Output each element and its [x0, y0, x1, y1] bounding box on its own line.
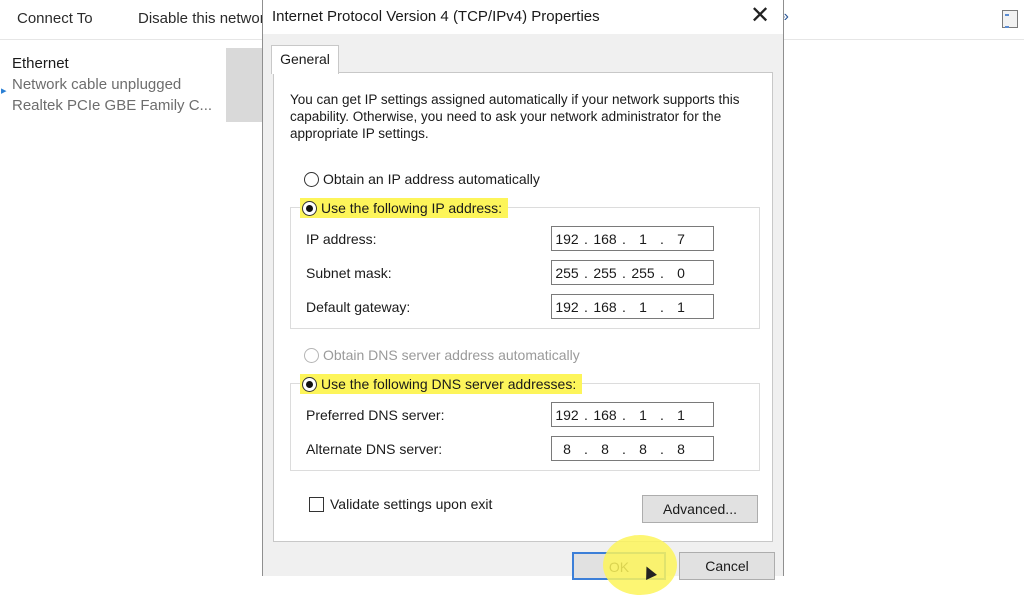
ip-octet[interactable]: 1: [628, 231, 658, 247]
general-tab-panel: You can get IP settings assigned automat…: [273, 72, 773, 542]
ip-octet[interactable]: 192: [552, 407, 582, 423]
subnet-mask-row: Subnet mask: 255. 255. 255. 0: [306, 260, 746, 286]
ip-address-input[interactable]: 192. 168. 1. 7: [551, 226, 714, 251]
ethernet-adapter-item[interactable]: ▸ Ethernet Network cable unplugged Realt…: [0, 48, 262, 123]
obtain-ip-auto-label: Obtain an IP address automatically: [323, 171, 540, 187]
ip-octet[interactable]: 192: [552, 299, 582, 315]
ip-octet[interactable]: 1: [628, 299, 658, 315]
validate-settings-checkbox[interactable]: [309, 496, 324, 512]
dialog-title: Internet Protocol Version 4 (TCP/IPv4) P…: [272, 8, 600, 25]
intro-text: You can get IP settings assigned automat…: [290, 92, 740, 141]
obtain-dns-auto-option[interactable]: Obtain DNS server address automatically: [304, 347, 580, 363]
preferred-dns-label: Preferred DNS server:: [306, 407, 445, 423]
obtain-dns-auto-radio[interactable]: [304, 347, 319, 363]
dialog-titlebar[interactable]: Internet Protocol Version 4 (TCP/IPv4) P…: [263, 0, 783, 34]
ip-octet[interactable]: 255: [628, 265, 658, 281]
change-view-icon[interactable]: [1002, 10, 1018, 28]
use-following-dns-radio[interactable]: [302, 376, 317, 392]
ip-octet[interactable]: 168: [590, 299, 620, 315]
use-following-dns-option[interactable]: Use the following DNS server addresses:: [300, 374, 583, 394]
preferred-dns-row: Preferred DNS server: 192. 168. 1. 1: [306, 402, 746, 428]
default-gateway-input[interactable]: 192. 168. 1. 1: [551, 294, 714, 319]
ip-octet[interactable]: 255: [590, 265, 620, 281]
ip-address-row: IP address: 192. 168. 1. 7: [306, 226, 746, 252]
ip-octet[interactable]: 1: [666, 407, 696, 423]
use-following-ip-option[interactable]: Use the following IP address:: [300, 198, 509, 218]
ip-octet[interactable]: 7: [666, 231, 696, 247]
click-highlight: [603, 535, 677, 595]
default-gateway-row: Default gateway: 192. 168. 1. 1: [306, 294, 746, 320]
ip-address-label: IP address:: [306, 231, 377, 247]
ip-octet[interactable]: 1: [628, 407, 658, 423]
use-following-ip-highlight: Use the following IP address:: [300, 198, 509, 218]
adapter-selection-highlight: [226, 48, 262, 122]
ip-octet[interactable]: 1: [666, 299, 696, 315]
alternate-dns-input[interactable]: 8. 8. 8. 8: [551, 436, 714, 461]
use-following-ip-label: Use the following IP address:: [321, 200, 503, 216]
tab-general[interactable]: General: [271, 45, 339, 74]
use-following-ip-radio[interactable]: [302, 200, 317, 216]
alternate-dns-row: Alternate DNS server: 8. 8. 8. 8: [306, 436, 746, 462]
ip-octet[interactable]: 0: [666, 265, 696, 281]
ip-octet[interactable]: 8: [590, 441, 620, 457]
subnet-mask-input[interactable]: 255. 255. 255. 0: [551, 260, 714, 285]
alternate-dns-label: Alternate DNS server:: [306, 441, 443, 457]
preferred-dns-input[interactable]: 192. 168. 1. 1: [551, 402, 714, 427]
advanced-button[interactable]: Advanced...: [642, 495, 758, 523]
subnet-mask-label: Subnet mask:: [306, 265, 392, 281]
obtain-ip-auto-option[interactable]: Obtain an IP address automatically: [304, 171, 540, 187]
default-gateway-label: Default gateway:: [306, 299, 411, 315]
obtain-dns-auto-label: Obtain DNS server address automatically: [323, 347, 580, 363]
adapter-status: Network cable unplugged: [12, 76, 182, 93]
adapter-icon: ▸: [1, 85, 7, 97]
ip-octet[interactable]: 8: [666, 441, 696, 457]
ip-octet[interactable]: 168: [590, 407, 620, 423]
ip-octet[interactable]: 255: [552, 265, 582, 281]
validate-settings-label: Validate settings upon exit: [330, 496, 493, 512]
use-following-dns-highlight: Use the following DNS server addresses:: [300, 374, 583, 394]
disable-device-button[interactable]: Disable this network device: [138, 10, 262, 27]
ipv4-properties-dialog: Internet Protocol Version 4 (TCP/IPv4) P…: [262, 0, 784, 595]
obtain-ip-auto-radio[interactable]: [304, 171, 319, 187]
ip-octet[interactable]: 8: [628, 441, 658, 457]
ip-octet[interactable]: 168: [590, 231, 620, 247]
adapter-name: Ethernet: [12, 55, 69, 72]
close-icon[interactable]: ✕: [743, 0, 777, 32]
adapter-device: Realtek PCIe GBE Family C...: [12, 97, 213, 114]
ip-octet[interactable]: 192: [552, 231, 582, 247]
ip-octet[interactable]: 8: [552, 441, 582, 457]
use-following-dns-label: Use the following DNS server addresses:: [321, 376, 577, 392]
validate-settings-option[interactable]: Validate settings upon exit: [309, 496, 492, 512]
connect-to-button[interactable]: Connect To: [17, 10, 93, 27]
